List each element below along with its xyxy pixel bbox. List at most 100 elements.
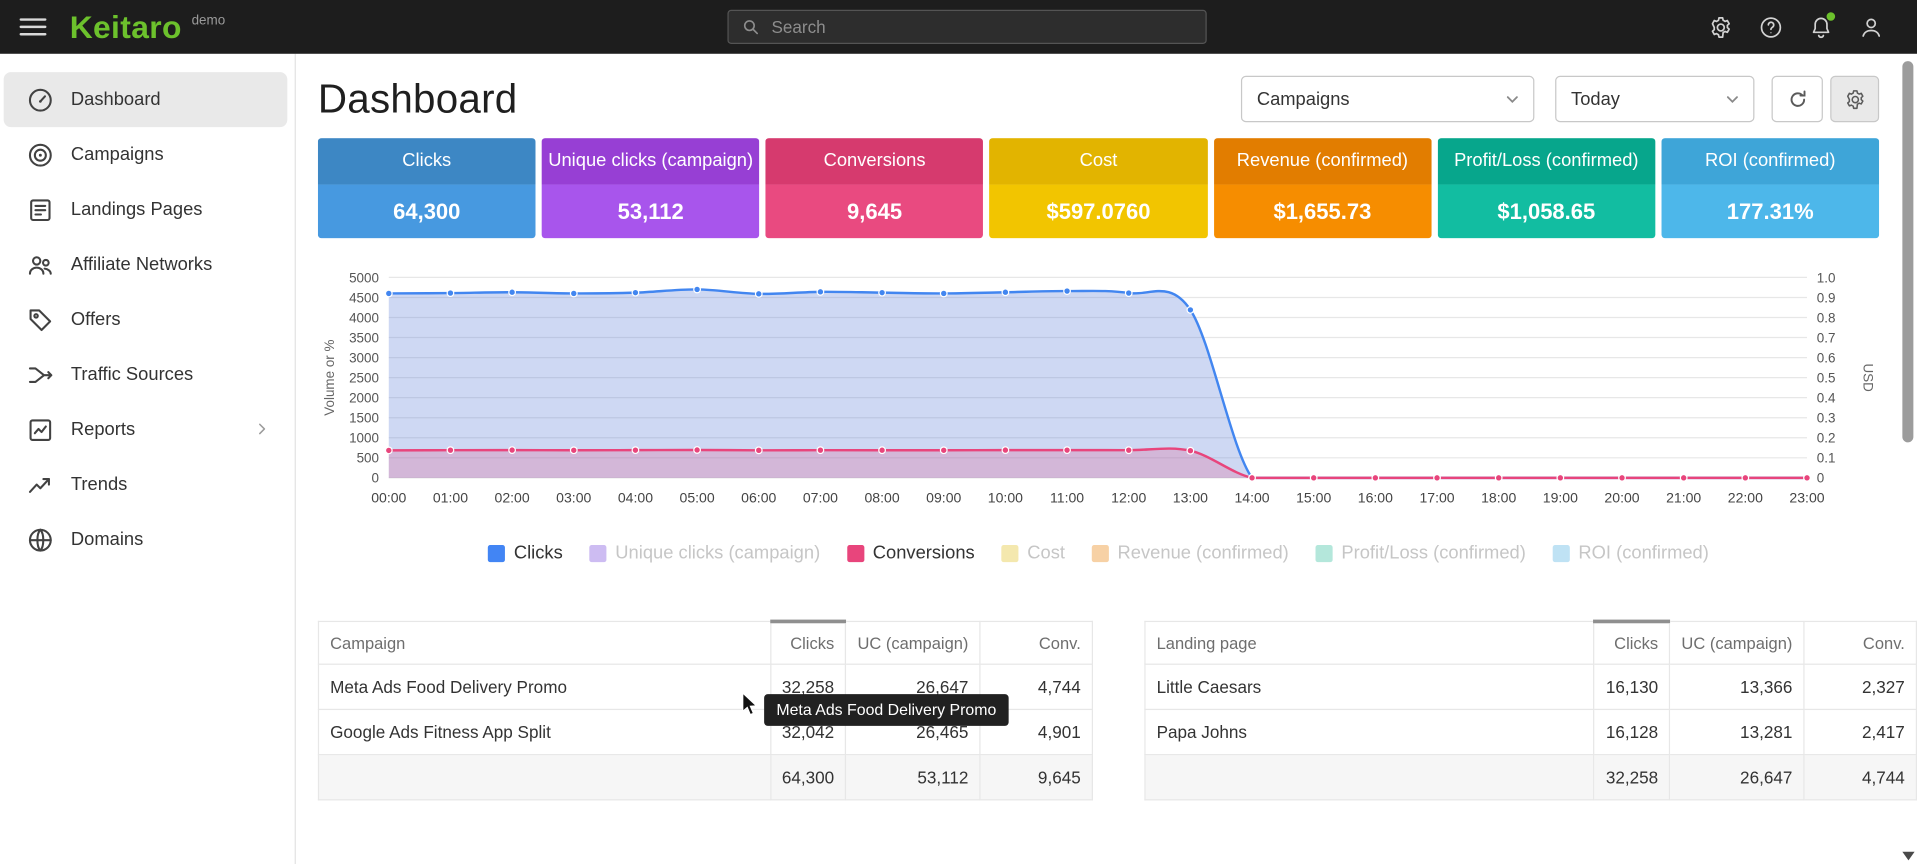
svg-text:0.9: 0.9 [1817,290,1836,305]
svg-text:12:00: 12:00 [1111,489,1146,505]
dashboard-controls: Campaigns Today [1241,76,1879,122]
svg-text:15:00: 15:00 [1296,489,1331,505]
svg-text:0.3: 0.3 [1817,411,1836,426]
affiliate-networks-icon [26,250,55,279]
grouping-select[interactable]: Campaigns [1241,76,1534,122]
legend-item-unique-clicks-campaign[interactable]: Unique clicks (campaign) [590,543,821,564]
page-title: Dashboard [318,76,518,122]
svg-text:0.5: 0.5 [1817,371,1836,386]
search-box[interactable] [727,10,1206,44]
sidebar-item-landings-pages[interactable]: Landings Pages [4,182,288,237]
metric-card-conversions[interactable]: Conversions9,645 [766,138,984,238]
sidebar: DashboardCampaignsLandings PagesAffiliat… [0,54,296,864]
metric-card-clicks[interactable]: Clicks64,300 [318,138,536,238]
sidebar-item-trends[interactable]: Trends [4,457,288,512]
sidebar-item-offers[interactable]: Offers [4,292,288,347]
svg-text:03:00: 03:00 [556,489,591,505]
sidebar-item-dashboard[interactable]: Dashboard [4,72,288,127]
svg-text:0.4: 0.4 [1817,391,1836,406]
column-header-uc-campaign[interactable]: UC (campaign) [1670,621,1804,664]
svg-text:07:00: 07:00 [803,489,838,505]
metric-card-profit-loss-confirmed[interactable]: Profit/Loss (confirmed)$1,058.65 [1437,138,1655,238]
metric-card-unique-clicks-campaign[interactable]: Unique clicks (campaign)53,112 [542,138,760,238]
legend-item-cost[interactable]: Cost [1002,543,1065,564]
traffic-chart: 005000.110000.215000.320000.425000.53000… [318,263,1879,564]
svg-text:09:00: 09:00 [926,489,961,505]
legend-label: Revenue (confirmed) [1118,543,1289,564]
metric-card-roi-confirmed[interactable]: ROI (confirmed)177.31% [1661,138,1879,238]
account-icon[interactable] [1858,14,1884,40]
landings-pages-icon [26,195,55,224]
svg-text:19:00: 19:00 [1543,489,1578,505]
date-range-select[interactable]: Today [1555,76,1754,122]
row-name-cell[interactable]: Little Caesars [1145,664,1594,709]
page-header: Dashboard Campaigns Today [297,54,1917,122]
total-cell: 64,300 [770,755,846,800]
column-header-clicks[interactable]: Clicks [1594,621,1670,664]
settings-gear-icon[interactable] [1708,14,1734,40]
legend-label: Profit/Loss (confirmed) [1341,543,1525,564]
landing-pages-table-box: Landing pageClicksUC (campaign)Conv.Litt… [1144,620,1917,801]
metric-card-revenue-confirmed[interactable]: Revenue (confirmed)$1,655.73 [1214,138,1432,238]
campaigns-table-box: CampaignClicksUC (campaign)Conv. Meta Ads… [318,620,1093,801]
table-row[interactable]: Papa Johns16,12813,2812,417 [1145,709,1916,754]
total-cell: 26,647 [1670,755,1804,800]
sidebar-item-domains[interactable]: Domains [4,512,288,567]
svg-text:0: 0 [372,471,379,486]
svg-text:17:00: 17:00 [1419,489,1454,505]
scroll-down-arrow-icon[interactable] [1902,852,1914,861]
legend-swatch [1553,544,1570,561]
row-name-cell[interactable]: Google Ads Fitness App Split [318,709,770,754]
notifications-bell-icon[interactable] [1808,14,1834,40]
legend-swatch [1092,544,1109,561]
legend-label: ROI (confirmed) [1578,543,1708,564]
totals-row: 32,25826,6474,744 [1145,755,1916,800]
vertical-scrollbar[interactable] [1901,54,1916,864]
svg-text:20:00: 20:00 [1604,489,1639,505]
svg-text:0.8: 0.8 [1817,310,1836,325]
legend-item-profit-loss-confirmed[interactable]: Profit/Loss (confirmed) [1316,543,1526,564]
metric-value: 53,112 [542,185,760,239]
svg-text:06:00: 06:00 [741,489,776,505]
main-content: Dashboard Campaigns Today Clicks64,300Un [297,54,1917,864]
svg-text:10:00: 10:00 [988,489,1023,505]
svg-text:18:00: 18:00 [1481,489,1516,505]
legend-label: Conversions [873,543,975,564]
dashboard-settings-button[interactable] [1830,76,1879,122]
legend-label: Clicks [514,543,563,564]
legend-item-revenue-confirmed[interactable]: Revenue (confirmed) [1092,543,1289,564]
svg-text:0.2: 0.2 [1817,431,1836,446]
column-header-campaign[interactable]: Campaign [318,621,770,664]
tooltip: Meta Ads Food Delivery Promo [764,694,1008,726]
search-input[interactable] [771,17,1205,37]
sidebar-item-affiliate-networks[interactable]: Affiliate Networks [4,237,288,292]
logo[interactable]: Keitaro demo [70,10,226,44]
scrollbar-thumb[interactable] [1902,61,1913,442]
table-row[interactable]: Little Caesars16,13013,3662,327 [1145,664,1916,709]
column-header-conv[interactable]: Conv. [1804,621,1916,664]
refresh-button[interactable] [1772,76,1823,122]
sidebar-item-traffic-sources[interactable]: Traffic Sources [4,347,288,402]
column-header-landing-page[interactable]: Landing page [1145,621,1594,664]
legend-item-clicks[interactable]: Clicks [488,543,563,564]
metric-value: $1,058.65 [1437,185,1655,239]
metric-card-cost[interactable]: Cost$597.0760 [990,138,1208,238]
svg-text:0.7: 0.7 [1817,330,1836,345]
column-header-clicks[interactable]: Clicks [770,621,846,664]
menu-icon[interactable] [20,18,47,35]
total-cell: 9,645 [980,755,1092,800]
sidebar-item-campaigns[interactable]: Campaigns [4,127,288,182]
row-value-cell: 2,327 [1804,664,1916,709]
legend-swatch [1316,544,1333,561]
svg-text:14:00: 14:00 [1234,489,1269,505]
legend-item-roi-confirmed[interactable]: ROI (confirmed) [1553,543,1709,564]
legend-swatch [488,544,505,561]
sidebar-item-reports[interactable]: Reports [4,402,288,457]
help-icon[interactable] [1758,14,1784,40]
column-header-uc-campaign[interactable]: UC (campaign) [846,621,980,664]
metric-label: Profit/Loss (confirmed) [1437,138,1655,184]
legend-item-conversions[interactable]: Conversions [847,543,975,564]
column-header-conv[interactable]: Conv. [980,621,1092,664]
row-name-cell[interactable]: Papa Johns [1145,709,1594,754]
row-name-cell[interactable]: Meta Ads Food Delivery Promo [318,664,770,709]
